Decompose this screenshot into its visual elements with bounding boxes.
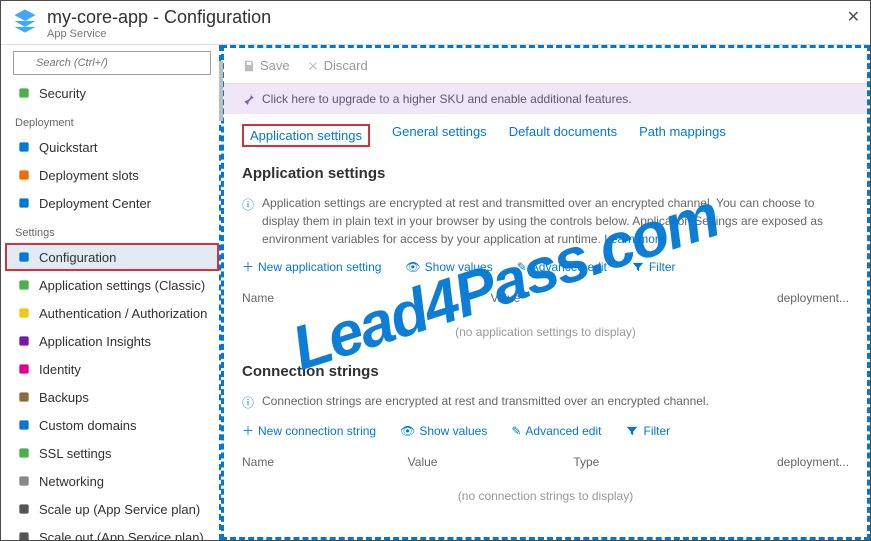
- connstrings-table-header: Name Value Type deployment...: [242, 447, 849, 475]
- filter-button[interactable]: Filter: [631, 258, 676, 275]
- filter-icon: [631, 260, 645, 274]
- show-values-button[interactable]: 👁 Show values: [405, 258, 492, 275]
- new-appsetting-button[interactable]: ＋ New application setting: [242, 258, 381, 275]
- sidebar-item-identity[interactable]: Identity: [5, 355, 219, 383]
- connstrings-heading: Connection strings: [242, 363, 849, 380]
- sidebar-item-scale-out-app-service-plan-[interactable]: Scale out (App Service plan): [5, 523, 219, 540]
- page-title: my-core-app - Configuration: [47, 7, 271, 28]
- sidebar-item-label: Backups: [39, 390, 89, 405]
- advanced-edit-button[interactable]: ✎ Advanced edit: [517, 258, 607, 275]
- app-service-icon: [11, 7, 39, 35]
- sidebar-item-authentication-authorization[interactable]: Authentication / Authorization: [5, 299, 219, 327]
- cloud-icon: [17, 196, 31, 210]
- connstrings-empty: (no connection strings to display): [242, 475, 849, 521]
- advanced-edit-button[interactable]: ✎ Advanced edit: [511, 422, 601, 439]
- sidebar-item-label: Custom domains: [39, 418, 137, 433]
- tab-default-documents[interactable]: Default documents: [509, 124, 617, 147]
- sidebar-item-backups[interactable]: Backups: [5, 383, 219, 411]
- scrollbar-thumb[interactable]: [219, 61, 223, 121]
- show-values-button[interactable]: 👁 Show values: [400, 422, 487, 439]
- appsettings-empty: (no application settings to display): [242, 311, 849, 357]
- sidebar-item-label: Security: [39, 86, 86, 101]
- sidebar-item-label: Scale up (App Service plan): [39, 502, 200, 517]
- sidebar-item-configuration[interactable]: Configuration: [5, 243, 219, 271]
- sidebar-group-deployment: Deployment: [5, 107, 219, 133]
- shield-icon: [17, 86, 31, 100]
- command-bar: Save Discard: [224, 48, 867, 84]
- save-button[interactable]: Save: [242, 58, 290, 73]
- learn-more-link[interactable]: Learn more: [604, 232, 665, 246]
- info-icon: ⓘ: [242, 394, 254, 412]
- sidebar-item-label: Deployment Center: [39, 196, 151, 211]
- discard-button[interactable]: Discard: [306, 58, 368, 73]
- sidebar-item-scale-up-app-service-plan-[interactable]: Scale up (App Service plan): [5, 495, 219, 523]
- appsettings-desc: Application settings are encrypted at re…: [262, 196, 823, 246]
- sidebar-group-settings: Settings: [5, 217, 219, 243]
- sidebar-item-label: Networking: [39, 474, 104, 489]
- sidebar-item-label: Scale out (App Service plan): [39, 530, 204, 541]
- lock-icon: [17, 446, 31, 460]
- sidebar-item-label: Configuration: [39, 250, 116, 265]
- identity-icon: [17, 362, 31, 376]
- tab-path-mappings[interactable]: Path mappings: [639, 124, 726, 147]
- new-connstring-button[interactable]: ＋ New connection string: [242, 422, 376, 439]
- pin-icon: [242, 92, 256, 106]
- list-icon: [17, 278, 31, 292]
- scaleup-icon: [17, 502, 31, 516]
- sliders-icon: [17, 250, 31, 264]
- sidebar-item-security[interactable]: Security: [5, 79, 219, 107]
- upgrade-banner[interactable]: Click here to upgrade to a higher SKU an…: [224, 84, 867, 114]
- slots-icon: [17, 168, 31, 182]
- backup-icon: [17, 390, 31, 404]
- sidebar-item-deployment-center[interactable]: Deployment Center: [5, 189, 219, 217]
- sidebar-item-label: Application Insights: [39, 334, 151, 349]
- sidebar-item-label: SSL settings: [39, 446, 112, 461]
- sidebar-item-application-insights[interactable]: Application Insights: [5, 327, 219, 355]
- sidebar-item-label: Application settings (Classic): [39, 278, 205, 293]
- sidebar-item-networking[interactable]: Networking: [5, 467, 219, 495]
- sidebar-item-label: Identity: [39, 362, 81, 377]
- info-icon: ⓘ: [242, 196, 254, 248]
- tab-application-settings[interactable]: Application settings: [242, 124, 370, 147]
- appsettings-heading: Application settings: [242, 165, 849, 182]
- filter-button[interactable]: Filter: [625, 422, 670, 439]
- sidebar: 🔍 Security DeploymentQuickstartDeploymen…: [1, 45, 221, 540]
- sidebar-item-custom-domains[interactable]: Custom domains: [5, 411, 219, 439]
- tab-general-settings[interactable]: General settings: [392, 124, 487, 147]
- sidebar-item-label: Quickstart: [39, 140, 98, 155]
- bulb-icon: [17, 334, 31, 348]
- domain-icon: [17, 418, 31, 432]
- connstrings-desc: Connection strings are encrypted at rest…: [262, 392, 709, 412]
- sidebar-item-label: Deployment slots: [39, 168, 139, 183]
- tabs: Application settings General settings Defa…: [224, 114, 867, 147]
- search-input[interactable]: [13, 51, 211, 75]
- save-icon: [242, 59, 256, 73]
- network-icon: [17, 474, 31, 488]
- key-icon: [17, 306, 31, 320]
- window-header: my-core-app - Configuration App Service …: [1, 1, 870, 45]
- rocket-icon: [17, 140, 31, 154]
- filter-icon: [625, 424, 639, 438]
- sidebar-item-application-settings-classic-[interactable]: Application settings (Classic): [5, 271, 219, 299]
- sidebar-item-quickstart[interactable]: Quickstart: [5, 133, 219, 161]
- main-panel: Save Discard Click here to upgrade to a …: [221, 45, 870, 540]
- discard-icon: [306, 59, 320, 73]
- close-button[interactable]: ✕: [847, 7, 860, 27]
- appsettings-table-header: Name Value deployment...: [242, 283, 849, 311]
- content-area: Lead4Pass.com Application settings ⓘ App…: [224, 147, 867, 533]
- scaleout-icon: [17, 530, 31, 540]
- sidebar-item-label: Authentication / Authorization: [39, 306, 207, 321]
- sidebar-item-ssl-settings[interactable]: SSL settings: [5, 439, 219, 467]
- page-subtitle: App Service: [47, 28, 271, 40]
- sidebar-item-deployment-slots[interactable]: Deployment slots: [5, 161, 219, 189]
